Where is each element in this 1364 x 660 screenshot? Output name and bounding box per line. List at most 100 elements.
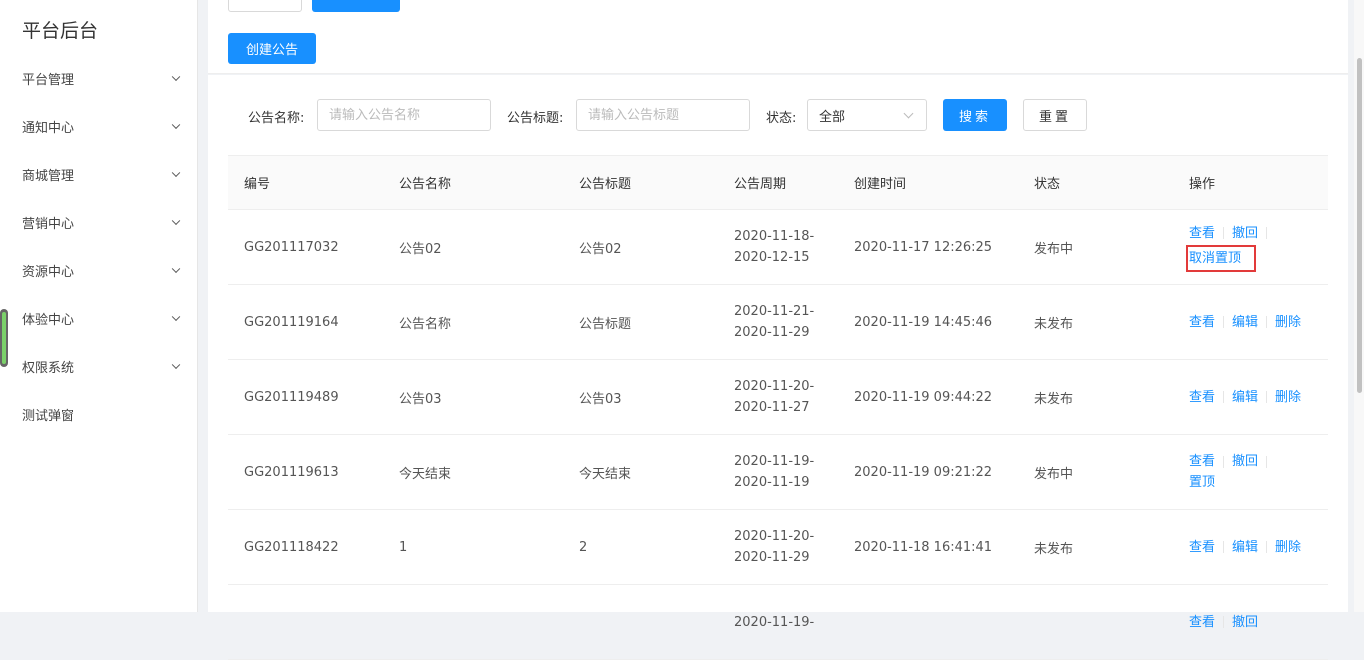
cell-actions: 查看 撤回 置顶 [1189,435,1275,509]
cell-actions: 查看 编辑 删除 [1189,285,1301,359]
table-row: GG201118422 1 2 2020-11-20- 2020-11-29 2020-1… [228,510,1328,585]
content-panel: 公告名称: 公告标题: 状态: 全部 搜索 重置 编号公告名称公告标题公告周期创… [208,75,1348,660]
cell-created: 2020-11-19 14:45:46 [854,314,993,330]
sidebar-item[interactable]: 资源中心 [0,246,197,294]
name-filter-label: 公告名称: [248,111,305,126]
sidebar-item-label: 通知中心 [22,120,75,136]
cell-name: 公告名称 [399,316,452,332]
status-select[interactable]: 全部 [807,99,927,131]
name-filter-input[interactable] [317,99,491,131]
sidebar-item[interactable]: 权限系统 [0,342,197,390]
cell-status: 发布中 [1034,241,1074,257]
unpin-link-highlighted[interactable]: 取消置顶 [1186,244,1257,272]
chevron-down-icon [171,216,181,226]
sidebar-item-label: 商城管理 [22,168,75,184]
action-link[interactable]: 撤回 [1232,223,1258,244]
table-row: GG201119164 公告名称 公告标题 2020-11-21- 2020-11-29… [228,285,1328,360]
cell-created: 2020-11-19 09:21:22 [854,464,993,480]
cell-actions: 查看 撤回 取消置顶 [1186,210,1275,284]
table-header: 编号 公告名称 公告标题 公告周期 创建时间 状态 操作 [228,155,1328,210]
action-link[interactable]: 删除 [1275,537,1301,558]
actions-line: 查看 撤回 [1189,223,1275,244]
cell-created: 2020-11-18 16:41:41 [854,539,993,555]
toolbar-ghost-button[interactable] [228,0,302,12]
reset-button[interactable]: 重置 [1023,99,1087,131]
period-start: 2020-11-18- [734,229,815,244]
cell-status: 发布中 [1034,466,1074,482]
search-button[interactable]: 搜索 [943,99,1007,131]
action-link[interactable]: 查看 [1189,312,1215,333]
table-row: 2020-11-19- 查看 撤回 [228,585,1328,660]
sidebar-item[interactable]: 商城管理 [0,150,197,198]
action-separator [1223,616,1225,628]
action-link[interactable]: 删除 [1275,312,1301,333]
cell-title: 公告标题 [579,316,632,332]
drag-handle[interactable] [0,309,8,367]
action-link[interactable]: 查看 [1189,451,1215,472]
toolbar-primary-button[interactable] [312,0,400,12]
cell-name: 1 [399,539,408,555]
table-row: GG201119613 今天结束 今天结束 2020-11-19- 2020-11-19… [228,435,1328,510]
action-link[interactable]: 查看 [1189,223,1215,244]
actions-line: 查看 编辑 删除 [1189,312,1301,333]
actions-line: 查看 撤回 [1189,612,1258,633]
cell-status: 未发布 [1034,316,1074,332]
action-link[interactable]: 编辑 [1232,537,1258,558]
action-separator [1266,316,1268,328]
action-separator [1266,455,1268,468]
chevron-down-icon [171,72,181,82]
cell-id: GG201119489 [244,389,339,405]
actions-line: 查看 撤回 [1189,451,1275,472]
title-filter-input[interactable] [576,99,750,131]
period-end: 2020-11-29 [734,325,810,340]
column-header: 创建时间 [854,177,907,192]
cell-title: 2 [579,539,588,555]
scrollbar-thumb[interactable] [1357,58,1362,393]
column-header: 状态 [1034,177,1061,192]
cell-id: GG201117032 [244,239,339,255]
action-link[interactable]: 编辑 [1232,312,1258,333]
app-title: 平台后台 [22,20,99,42]
drag-handle-grip [2,312,6,364]
cell-title: 今天结束 [579,466,632,482]
cell-actions: 查看 撤回 [1189,585,1258,659]
action-separator [1223,227,1225,239]
cell-name: 公告02 [399,241,442,257]
period-start: 2020-11-21- [734,304,815,319]
action-link[interactable]: 查看 [1189,537,1215,558]
cell-period: 2020-11-18- 2020-12-15 [734,210,814,284]
action-separator [1266,541,1268,553]
cell-period: 2020-11-21- 2020-11-29 [734,285,814,359]
action-separator [1266,391,1268,403]
main-area: 创建公告 公告名称: 公告标题: 状态: 全部 搜索 重置 编号公告名称公告标题… [208,0,1348,660]
action-link[interactable]: 查看 [1189,387,1215,408]
sidebar-item[interactable]: 通知中心 [0,102,197,150]
title-filter-label: 公告标题: [507,111,564,126]
chevron-down-icon [903,108,914,119]
action-link[interactable]: 撤回 [1232,612,1258,633]
sidebar-item-label: 权限系统 [22,360,75,376]
action-link[interactable]: 编辑 [1232,387,1258,408]
cell-title: 公告03 [579,391,622,407]
chevron-down-icon [171,360,181,370]
sidebar-item[interactable]: 营销中心 [0,198,197,246]
action-separator [1223,391,1225,403]
sidebar-item[interactable]: 测试弹窗 [0,390,197,438]
table-row: GG201119489 公告03 公告03 2020-11-20- 2020-11-27… [228,360,1328,435]
action-link[interactable]: 查看 [1189,612,1215,633]
cell-name: 今天结束 [399,466,452,482]
chevron-down-icon [171,120,181,130]
chevron-down-icon [171,168,181,178]
action-link[interactable]: 撤回 [1232,451,1258,472]
action-separator [1266,227,1268,239]
cell-id: GG201119164 [244,314,339,330]
period-end: 2020-12-15 [734,250,810,265]
sidebar-item[interactable]: 体验中心 [0,294,197,342]
pin-link[interactable]: 置顶 [1189,472,1215,493]
period-start: 2020-11-19- [734,614,815,630]
cell-created: 2020-11-19 09:44:22 [854,389,993,405]
action-link[interactable]: 删除 [1275,387,1301,408]
create-announcement-button[interactable]: 创建公告 [228,33,316,64]
sidebar-item[interactable]: 平台管理 [0,54,197,102]
column-header: 公告标题 [579,177,632,192]
